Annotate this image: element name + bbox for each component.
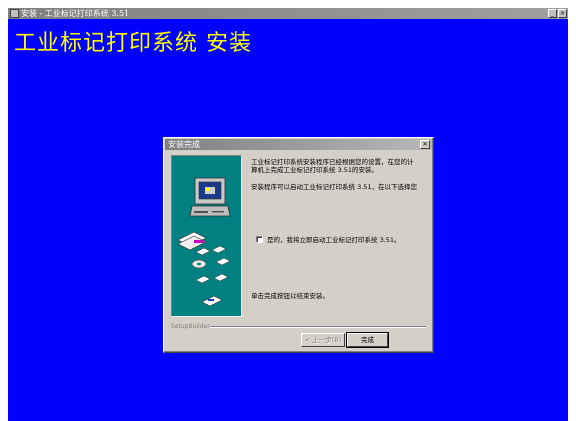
setup-heading: 工业标记打印系统 安装: [14, 31, 252, 56]
finish-instruction: 单击完成按钮以结束安装。: [251, 292, 329, 300]
computer-icon: [189, 177, 231, 217]
window-title: 安装 - 工业标记打印系统 3.51: [21, 9, 130, 18]
disk-icon: [177, 231, 227, 256]
completion-message-line2: 算机上完成工业标记打印系统 3.51的安装。: [251, 166, 379, 174]
completion-message: 工业标记打印系统安装程序已经根据您的设置，在您的计 算机上完成工业标记打印系统 …: [251, 158, 431, 174]
dialog-title: 安装完成: [168, 140, 200, 149]
dialog-close-button[interactable]: ×: [420, 140, 430, 149]
finish-button[interactable]: 完成: [346, 332, 389, 348]
button-separator: [210, 326, 426, 328]
window-controls: _ ×: [548, 9, 567, 18]
completion-message-line1: 工业标记打印系统安装程序已经根据您的设置，在您的计: [251, 158, 414, 166]
window-titlebar: 安装 - 工业标记打印系统 3.51 _ ×: [8, 8, 568, 19]
setup-artwork: [171, 155, 242, 317]
finish-dialog: 安装完成 × 工业标记打印系统安装程序已经根据您的设置，在您的计 算机上完成工业…: [163, 137, 434, 353]
launch-checkbox-label[interactable]: 是的，我将立即启动工业标记打印系统 3.51。: [267, 234, 401, 244]
setupbuilder-brand: SetupBuilder: [171, 323, 210, 330]
dialog-titlebar: 安装完成 ×: [165, 139, 432, 150]
close-button[interactable]: ×: [558, 9, 567, 18]
launch-message: 安装程序可以启动工业标记打印系统 3.51，在以下选择您: [251, 183, 418, 191]
launch-checkbox[interactable]: [256, 235, 263, 243]
launch-option[interactable]: 是的，我将立即启动工业标记打印系统 3.51。: [256, 234, 401, 244]
minimize-button[interactable]: _: [548, 9, 557, 18]
app-icon: [10, 9, 19, 18]
cd-icon: [191, 259, 207, 269]
back-button[interactable]: < 上一步(B): [301, 333, 345, 347]
